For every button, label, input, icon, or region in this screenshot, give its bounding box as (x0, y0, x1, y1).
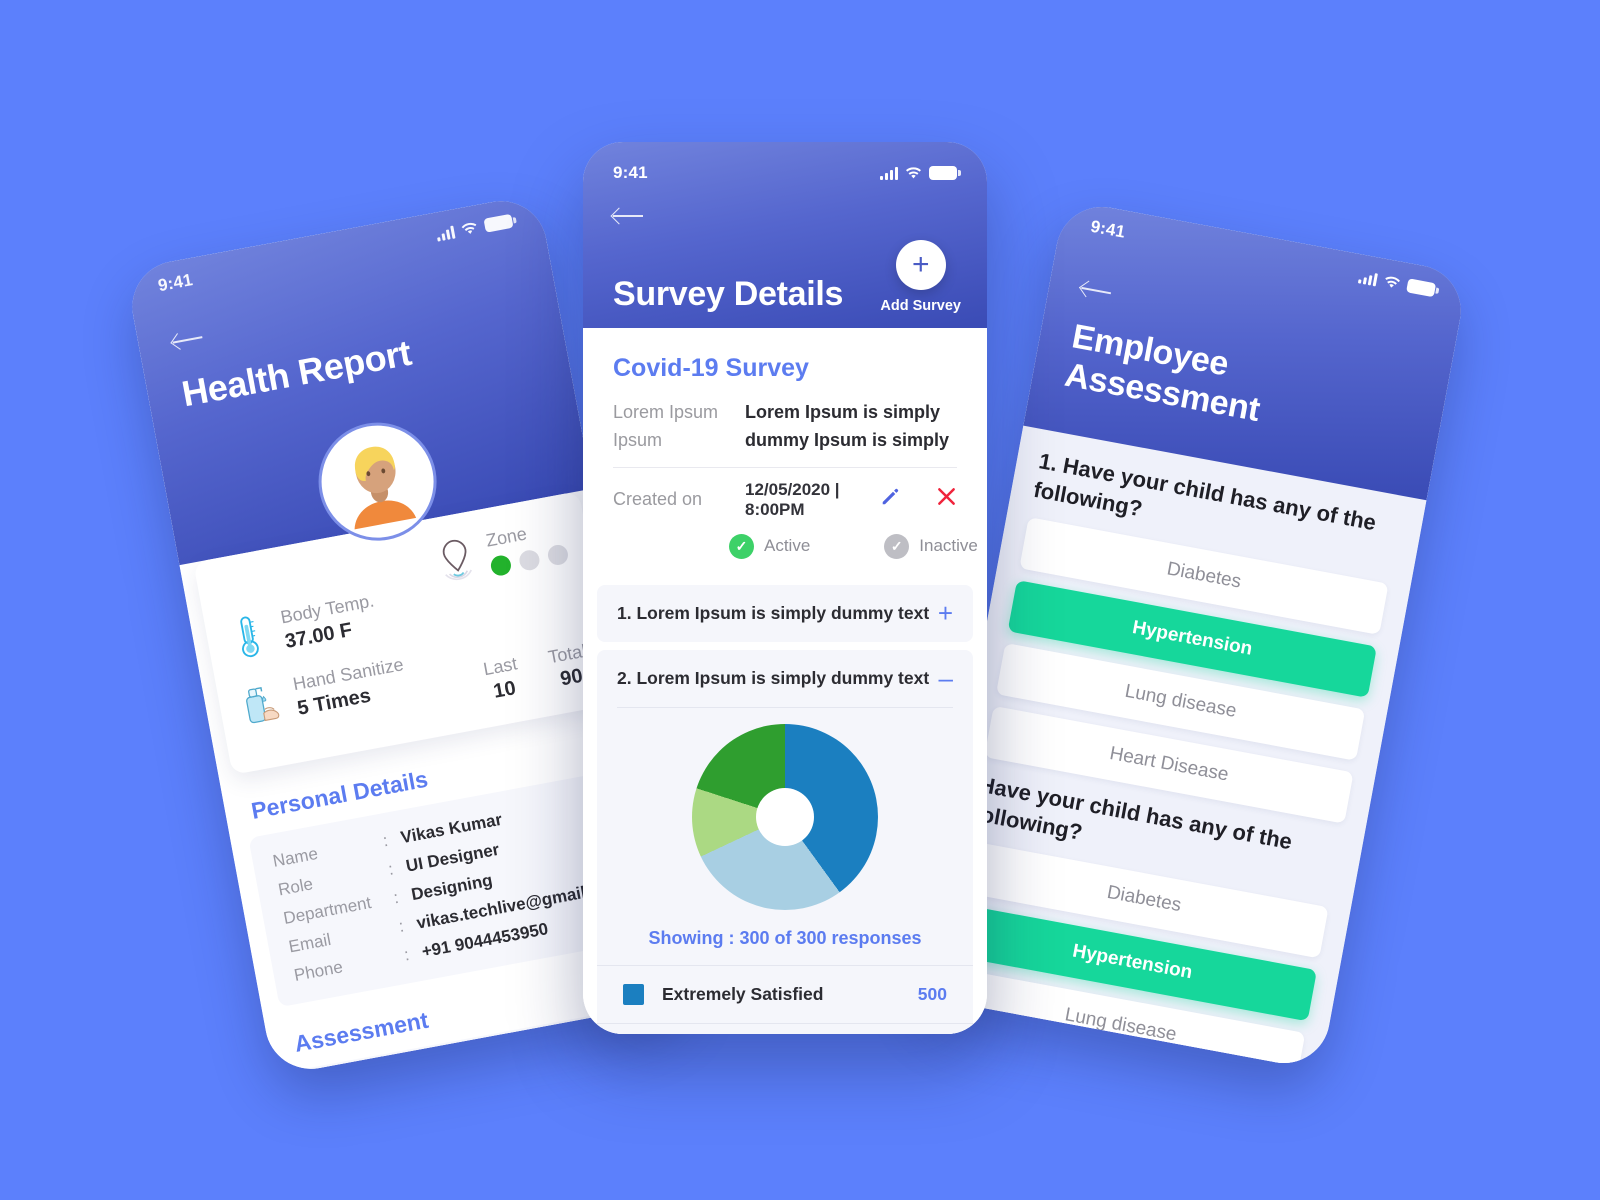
survey-info-key: Lorem Ipsum Ipsum (613, 402, 719, 450)
plus-icon[interactable]: + (895, 240, 946, 290)
created-on-row: Created on 12/05/2020 | 8:00PM (583, 468, 987, 520)
close-x-icon[interactable] (936, 486, 957, 513)
question-card-1[interactable]: 1. Lorem Ipsum is simply dummy text + (597, 584, 973, 642)
location-pin-icon (429, 531, 483, 589)
back-arrow-icon[interactable] (613, 206, 647, 226)
survey-details-body: Covid-19 Survey Lorem Ipsum Ipsum Lorem … (583, 328, 987, 1034)
created-on-value: 12/05/2020 | 8:00PM (745, 479, 840, 519)
back-arrow-icon[interactable] (171, 327, 208, 353)
check-circle-icon: ✓ (729, 533, 754, 559)
employee-assessment-body: 1. Have your child has any of the follow… (917, 425, 1427, 1071)
page-title: Health Report (178, 331, 415, 415)
status-active-label: Active (764, 536, 811, 556)
legend-row-very-satisfied: Very Satisfied 300 (597, 1022, 973, 1034)
question-1-text: 1. Lorem Ipsum is simply dummy text (617, 602, 930, 623)
survey-info-row: Lorem Ipsum Ipsum Lorem Ipsum is simply … (583, 399, 987, 455)
battery-icon (483, 213, 514, 233)
signal-bars-icon (1357, 270, 1379, 286)
detail-value: Designing (409, 870, 494, 905)
created-on-key: Created on (613, 489, 703, 510)
status-bar: 9:41 (613, 156, 961, 190)
status-time: 9:41 (1089, 216, 1127, 242)
page-title: Employee Assessment (1061, 317, 1263, 430)
check-circle-icon: ✓ (884, 533, 910, 559)
employee-assessment-screen: 9:41 Employee Assessment 1. Have your ch (917, 199, 1469, 1071)
survey-details-phone: 9:41 Survey Details + Add Survey Covid-1… (583, 142, 987, 1034)
status-time: 9:41 (156, 270, 195, 296)
question-2-text: 2. Lorem Ipsum is simply dummy text (617, 667, 930, 688)
wifi-icon (460, 221, 479, 237)
back-arrow-icon[interactable] (1080, 278, 1117, 304)
thermometer-icon (223, 608, 273, 665)
question-card-2[interactable]: 2. Lorem Ipsum is simply dummy text – Sh… (597, 649, 973, 1034)
status-time: 9:41 (613, 163, 648, 182)
status-active[interactable]: ✓ Active (729, 533, 811, 559)
pencil-icon[interactable] (880, 487, 900, 513)
zone-dot-2[interactable] (517, 548, 542, 572)
status-inactive-label: Inactive (919, 536, 978, 556)
legend-row-extremely-satisfied: Extremely Satisfied 500 (597, 964, 973, 1023)
battery-icon (929, 166, 961, 180)
add-survey-button[interactable]: + Add Survey (880, 240, 961, 314)
zone-dot-3[interactable] (546, 542, 570, 567)
hand-sanitizer-icon (236, 675, 286, 732)
legend-value: 500 (917, 983, 947, 1004)
legend-swatch (623, 983, 644, 1005)
responses-donut-chart (597, 708, 973, 914)
survey-info-value: Lorem Ipsum is simply dummy Ipsum is sim… (745, 402, 950, 450)
showing-responses-text: Showing : 300 of 300 responses (648, 927, 922, 948)
add-survey-label: Add Survey (880, 298, 961, 314)
survey-name: Covid-19 Survey (613, 354, 809, 382)
donut-hole (756, 787, 814, 846)
stage: 9:41 Health Report Zone Body Temp. 37.00… (0, 0, 1600, 1200)
employee-assessment-phone: 9:41 Employee Assessment 1. Have your ch (917, 199, 1469, 1071)
count-last: Last 10 (482, 653, 524, 704)
assessment-question-label: Ques. 1 (314, 1073, 374, 1077)
count-value: 10 (491, 677, 518, 703)
donut-chart (692, 723, 878, 910)
signal-bars-icon (880, 166, 898, 180)
survey-details-header: 9:41 Survey Details + Add Survey (583, 142, 987, 328)
legend-label: Extremely Satisfied (662, 983, 824, 1004)
signal-bars-icon (435, 225, 456, 242)
wifi-icon (905, 166, 922, 180)
zone-dot-green[interactable] (489, 553, 513, 577)
battery-icon (1406, 278, 1437, 298)
status-toggle-group[interactable]: ✓ Active ✓ Inactive (583, 520, 987, 577)
wifi-icon (1383, 274, 1402, 290)
page-title: Survey Details (613, 275, 844, 313)
status-inactive[interactable]: ✓ Inactive (884, 533, 978, 559)
